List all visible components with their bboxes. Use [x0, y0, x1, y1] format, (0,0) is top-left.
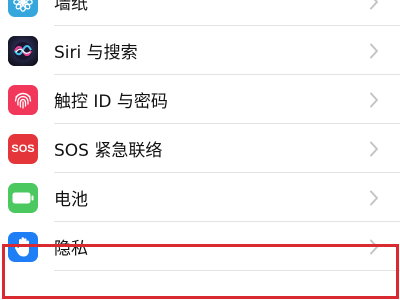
settings-list: 墙纸 Siri 与搜索 触控 ID 与密码 SOS SOS 紧急联络 电池 隐私	[0, 0, 400, 300]
privacy-hand-icon	[8, 231, 38, 262]
settings-row-battery[interactable]: 电池	[0, 173, 400, 222]
settings-row-label: Siri 与搜索	[54, 43, 138, 63]
wallpaper-flower-icon	[8, 0, 38, 17]
settings-row-label: 隐私	[54, 239, 88, 259]
settings-row-label: SOS 紧急联络	[54, 141, 163, 161]
chevron-right-icon	[367, 91, 381, 109]
settings-row-label: 触控 ID 与密码	[54, 92, 168, 112]
settings-row-label: 电池	[54, 190, 88, 210]
sos-icon-text: SOS	[11, 142, 35, 155]
settings-row-siri[interactable]: Siri 与搜索	[0, 26, 400, 75]
settings-row-emergency-sos[interactable]: SOS SOS 紧急联络	[0, 124, 400, 173]
sos-icon: SOS	[8, 133, 38, 164]
settings-row-label: 墙纸	[54, 0, 88, 14]
chevron-right-icon	[367, 189, 381, 207]
fingerprint-icon	[8, 84, 38, 115]
settings-row-privacy[interactable]: 隐私	[0, 222, 400, 271]
settings-row-touch-id[interactable]: 触控 ID 与密码	[0, 75, 400, 124]
chevron-right-icon	[367, 140, 381, 158]
siri-icon	[8, 35, 38, 66]
chevron-right-icon	[367, 238, 381, 256]
settings-row-wallpaper[interactable]: 墙纸	[0, 0, 400, 26]
chevron-right-icon	[367, 0, 381, 11]
chevron-right-icon	[367, 42, 381, 60]
battery-icon	[8, 182, 38, 213]
